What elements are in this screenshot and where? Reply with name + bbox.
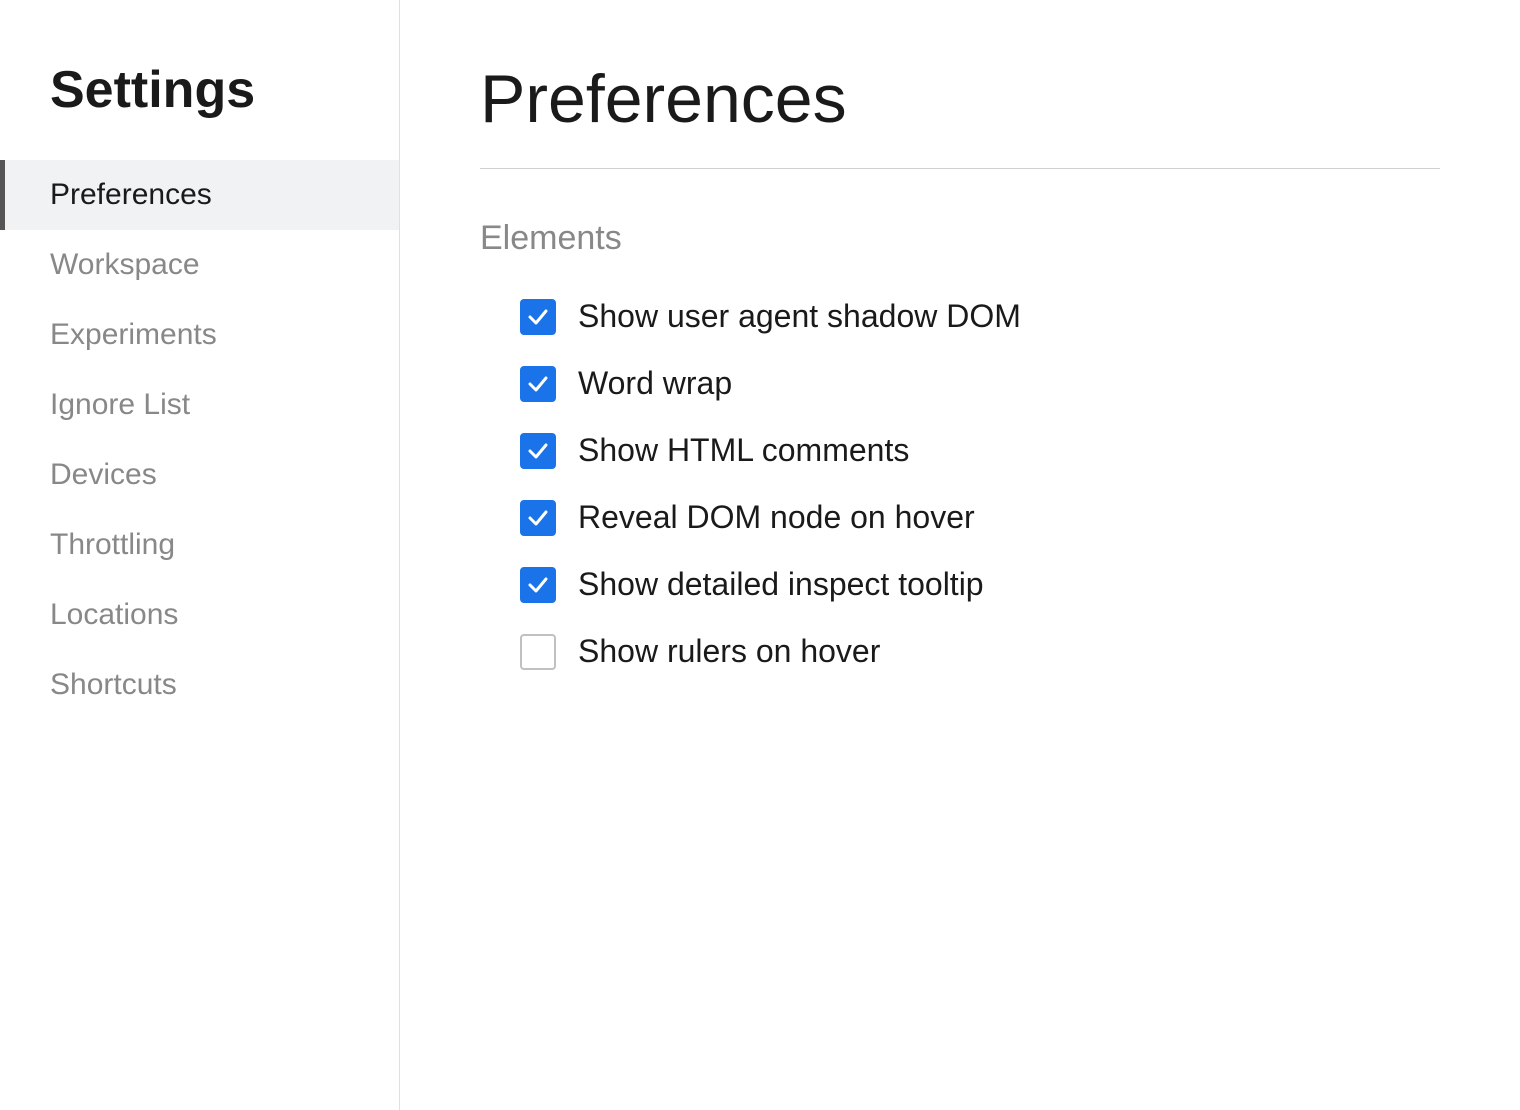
sidebar-nav: Preferences Workspace Experiments Ignore… [0,160,399,720]
checkmark-icon [527,306,549,328]
main-content: Preferences Elements Show user agent sha… [400,0,1520,1110]
elements-section: Elements Show user agent shadow DOM [480,219,1440,670]
checkbox-box-inspect-tooltip[interactable] [520,567,556,603]
checkbox-rulers-hover[interactable]: Show rulers on hover [520,633,1440,670]
checkbox-reveal-dom[interactable]: Reveal DOM node on hover [520,499,1440,536]
checkbox-inspect-tooltip[interactable]: Show detailed inspect tooltip [520,566,1440,603]
sidebar-item-label: Throttling [50,528,175,562]
page-title: Preferences [480,60,1440,138]
checkbox-box-shadow-dom[interactable] [520,299,556,335]
sidebar-item-locations[interactable]: Locations [0,580,399,650]
sidebar-title: Settings [0,60,399,160]
checkmark-icon [527,373,549,395]
sidebar-item-workspace[interactable]: Workspace [0,230,399,300]
sidebar-item-throttling[interactable]: Throttling [0,510,399,580]
checkbox-box-rulers-hover[interactable] [520,634,556,670]
sidebar-item-label: Workspace [50,248,200,282]
checkbox-shadow-dom[interactable]: Show user agent shadow DOM [520,298,1440,335]
sidebar-item-devices[interactable]: Devices [0,440,399,510]
checkbox-word-wrap[interactable]: Word wrap [520,365,1440,402]
checkbox-box-word-wrap[interactable] [520,366,556,402]
checkbox-label-inspect-tooltip: Show detailed inspect tooltip [578,566,984,603]
sidebar-item-ignore-list[interactable]: Ignore List [0,370,399,440]
checkbox-box-reveal-dom[interactable] [520,500,556,536]
checkbox-box-html-comments[interactable] [520,433,556,469]
checkmark-icon [527,574,549,596]
checkbox-label-shadow-dom: Show user agent shadow DOM [578,298,1021,335]
checkmark-icon [527,507,549,529]
sidebar-item-label: Shortcuts [50,668,177,702]
checkbox-label-reveal-dom: Reveal DOM node on hover [578,499,975,536]
sidebar-item-experiments[interactable]: Experiments [0,300,399,370]
sidebar-item-label: Devices [50,458,157,492]
sidebar-item-label: Experiments [50,318,217,352]
checkbox-html-comments[interactable]: Show HTML comments [520,432,1440,469]
section-divider [480,168,1440,169]
checkbox-label-rulers-hover: Show rulers on hover [578,633,880,670]
checkbox-label-html-comments: Show HTML comments [578,432,909,469]
sidebar: Settings Preferences Workspace Experimen… [0,0,400,1110]
sidebar-item-label: Preferences [50,178,212,212]
sidebar-item-preferences[interactable]: Preferences [0,160,399,230]
sidebar-item-label: Locations [50,598,178,632]
checkmark-icon [527,440,549,462]
checkbox-label-word-wrap: Word wrap [578,365,732,402]
checkbox-list: Show user agent shadow DOM Word wrap [480,298,1440,670]
sidebar-item-label: Ignore List [50,388,190,422]
sidebar-item-shortcuts[interactable]: Shortcuts [0,650,399,720]
section-title-elements: Elements [480,219,1440,258]
